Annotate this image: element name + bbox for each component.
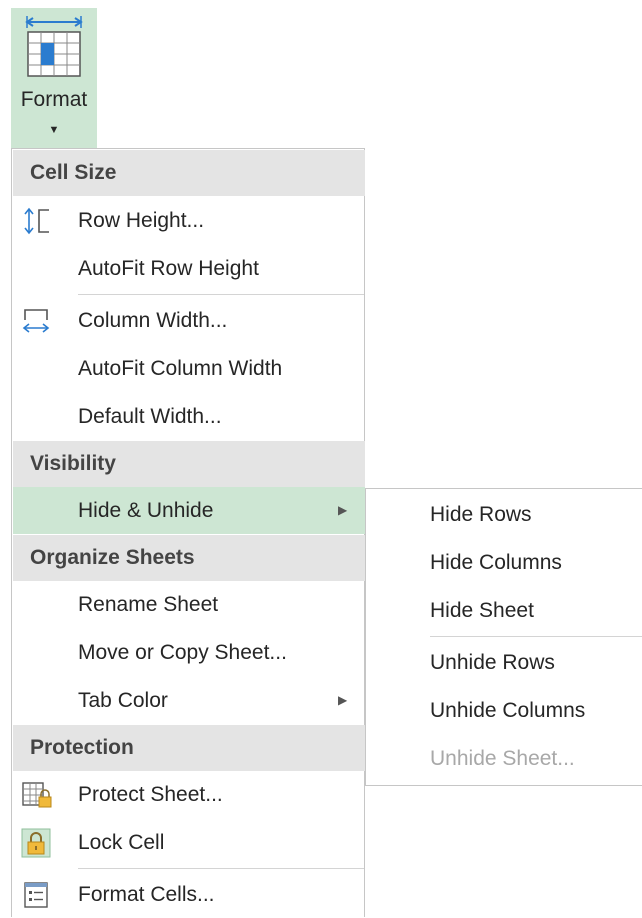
menu-divider (78, 868, 364, 869)
default-width-item[interactable]: Default Width... (13, 393, 365, 440)
chevron-down-icon: ▼ (48, 124, 60, 136)
protect-sheet-item[interactable]: Protect Sheet... (13, 771, 365, 818)
protect-sheet-label: Protect Sheet... (78, 783, 223, 806)
hide-columns-label: Hide Columns (430, 551, 562, 574)
hide-rows-label: Hide Rows (430, 503, 532, 526)
section-header-cell-size: Cell Size (13, 150, 365, 196)
autofit-row-height-label: AutoFit Row Height (78, 257, 259, 280)
row-height-item[interactable]: Row Height... (13, 197, 365, 244)
hide-columns-item[interactable]: Hide Columns (366, 539, 642, 587)
unhide-rows-label: Unhide Rows (430, 651, 555, 674)
move-copy-sheet-item[interactable]: Move or Copy Sheet... (13, 629, 365, 676)
section-header-protection: Protection (13, 725, 365, 771)
hide-sheet-label: Hide Sheet (430, 599, 534, 622)
tab-color-label: Tab Color (78, 689, 168, 712)
menu-divider (78, 294, 364, 295)
format-cells-icon (25, 16, 83, 77)
submenu-arrow-icon: ▶ (338, 693, 348, 707)
unhide-sheet-item: Unhide Sheet... (366, 735, 642, 783)
format-cells-dialog-icon (24, 882, 48, 908)
lock-cell-label: Lock Cell (78, 831, 165, 854)
hide-unhide-item[interactable]: Hide & Unhide ▶ (13, 487, 365, 534)
row-height-label: Row Height... (78, 209, 205, 232)
format-dropdown-menu: Cell Size Row Height... AutoFit Row Heig… (11, 148, 365, 917)
format-cells-label: Format Cells... (78, 883, 215, 906)
column-width-item[interactable]: Column Width... (13, 297, 365, 344)
hide-unhide-label: Hide & Unhide (78, 499, 214, 522)
section-header-visibility: Visibility (13, 441, 365, 487)
unhide-sheet-label: Unhide Sheet... (430, 747, 575, 770)
unhide-columns-label: Unhide Columns (430, 699, 586, 722)
rename-sheet-item[interactable]: Rename Sheet (13, 581, 365, 628)
format-cells-item[interactable]: Format Cells... (13, 871, 365, 918)
tab-color-item[interactable]: Tab Color ▶ (13, 677, 365, 724)
submenu-divider (430, 636, 642, 637)
rename-sheet-label: Rename Sheet (78, 593, 219, 616)
unhide-columns-item[interactable]: Unhide Columns (366, 687, 642, 735)
autofit-row-height-item[interactable]: AutoFit Row Height (13, 245, 365, 292)
unhide-rows-item[interactable]: Unhide Rows (366, 639, 642, 687)
format-ribbon-button[interactable]: Format ▼ (11, 8, 97, 148)
hide-rows-item[interactable]: Hide Rows (366, 491, 642, 539)
column-width-icon (22, 309, 50, 333)
hide-sheet-item[interactable]: Hide Sheet (366, 587, 642, 635)
lock-cell-item[interactable]: Lock Cell (13, 819, 365, 866)
autofit-column-width-label: AutoFit Column Width (78, 357, 283, 380)
move-copy-sheet-label: Move or Copy Sheet... (78, 641, 287, 664)
protect-sheet-icon (22, 782, 52, 808)
section-header-organize-sheets: Organize Sheets (13, 535, 365, 581)
format-label: Format (20, 88, 88, 111)
lock-icon (21, 828, 51, 858)
hide-unhide-submenu: Hide Rows Hide Columns Hide Sheet Unhide… (365, 488, 642, 786)
autofit-column-width-item[interactable]: AutoFit Column Width (13, 345, 365, 392)
row-height-icon (24, 207, 49, 235)
submenu-arrow-icon: ▶ (338, 503, 348, 517)
default-width-label: Default Width... (78, 405, 222, 428)
column-width-label: Column Width... (78, 309, 228, 332)
